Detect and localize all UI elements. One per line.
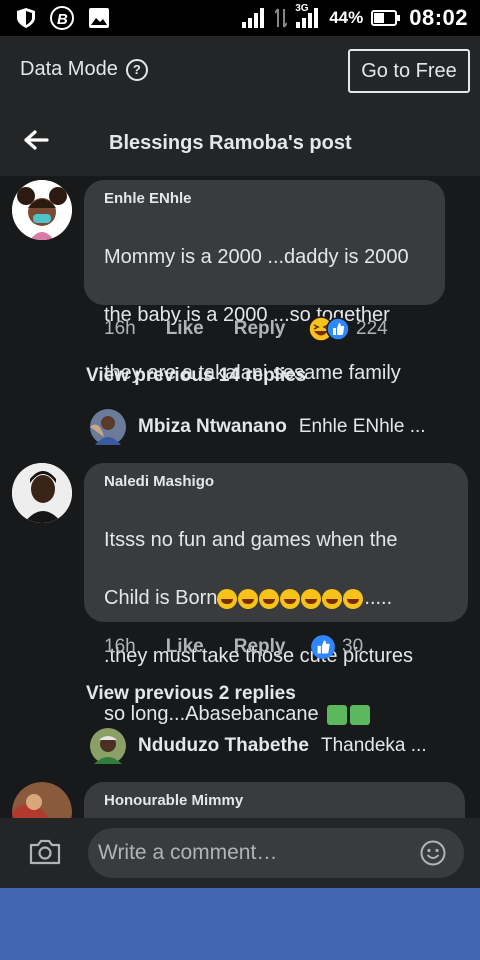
data-mode-text: Data Mode [20,58,118,80]
avatar[interactable] [12,180,72,240]
reply-author[interactable]: Nduduzo Thabethe [138,735,309,757]
reply-preview[interactable]: Mbiza Ntwanano Enhle ENhle ... [90,409,426,445]
comment-author[interactable]: Enhle ENhle [104,190,192,207]
page-title: Blessings Ramoba's post [109,132,352,154]
back-arrow-icon[interactable] [22,126,50,154]
comment-input[interactable]: Write a comment… [88,828,464,878]
reaction-count: 30 [342,636,364,657]
info-icon[interactable]: ? [125,58,148,81]
battery-percent: 44% [329,8,364,27]
like-reaction-icon [311,635,335,659]
reply-button[interactable]: Reply [234,318,286,340]
like-button[interactable]: Like [166,636,204,658]
comment-time[interactable]: 16h [104,636,136,658]
comment-line: Child is Born..... [104,584,413,613]
data-arrows-icon [275,8,288,28]
comment-bubble[interactable]: Naledi Mashigo Itsss no fun and games wh… [84,463,468,725]
network-type: 3G [295,3,309,14]
comment-author[interactable]: Naledi Mashigo [104,473,214,490]
comment-actions: 16h Like Reply [104,636,285,658]
comment-bubble[interactable]: Enhle ENhle Mommy is a 2000 ...daddy is … [84,180,445,384]
standing-person-emoji-icon [350,704,371,725]
b-app-icon: B [50,6,74,30]
comment-bubble[interactable]: Honourable Mimmy [84,782,465,818]
shield-icon [17,8,35,28]
view-previous-replies[interactable]: View previous 14 replies [86,365,306,387]
comment-placeholder: Write a comment… [98,841,278,864]
avatar [90,728,126,764]
reaction-count: 224 [356,318,388,339]
reply-text: Thandeka ... [320,735,427,756]
comment-text: Itsss no fun and games when the Child is… [104,497,413,758]
data-mode-bar: Data Mode ? Go to Free [0,36,480,106]
reply-button[interactable]: Reply [234,636,286,658]
data-mode-label[interactable]: Data Mode ? [20,58,148,81]
comment-line-part: ..... [364,587,393,609]
comment-author[interactable]: Honourable Mimmy [104,792,243,809]
bottom-bar [0,888,480,960]
post-header: Blessings Ramoba's post [0,106,480,176]
comment-line-part: Child is Born [104,587,218,609]
signal-icon [242,8,265,28]
comment-actions: 16h Like Reply [104,318,285,340]
avatar[interactable] [12,782,72,818]
avatar [90,409,126,445]
svg-text:B: B [57,11,68,28]
comment-line: Itsss no fun and games when the [104,529,398,551]
like-button[interactable]: Like [166,318,204,340]
camera-icon[interactable] [28,838,62,866]
reply-preview[interactable]: Nduduzo Thabethe Thandeka ... [90,728,427,764]
reply-text: Enhle ENhle ... [298,416,426,437]
reactions[interactable]: 224 [308,316,388,342]
comment-composer: Write a comment… [0,818,480,888]
battery-icon [371,10,401,26]
comments-feed[interactable]: Enhle ENhle Mommy is a 2000 ...daddy is … [0,176,480,818]
clock: 08:02 [409,5,468,30]
like-reaction-icon [326,317,350,341]
reply-author[interactable]: Mbiza Ntwanano [138,416,287,438]
standing-person-emoji-icon [327,704,348,725]
go-to-free-button[interactable]: Go to Free [348,49,470,93]
comment-line-part: so long...Abasebancane [104,703,319,725]
smiley-icon[interactable] [420,840,446,866]
view-previous-replies[interactable]: View previous 2 replies [86,683,296,705]
comment-time[interactable]: 16h [104,318,136,340]
reactions[interactable]: 30 [310,634,363,660]
laughing-emoji-icon [217,587,364,609]
avatar[interactable] [12,463,72,523]
status-bar: B 3G 44% 08:02 [0,0,480,36]
comment-line: Mommy is a 2000 ...daddy is 2000 [104,246,409,268]
gallery-icon [89,8,109,28]
